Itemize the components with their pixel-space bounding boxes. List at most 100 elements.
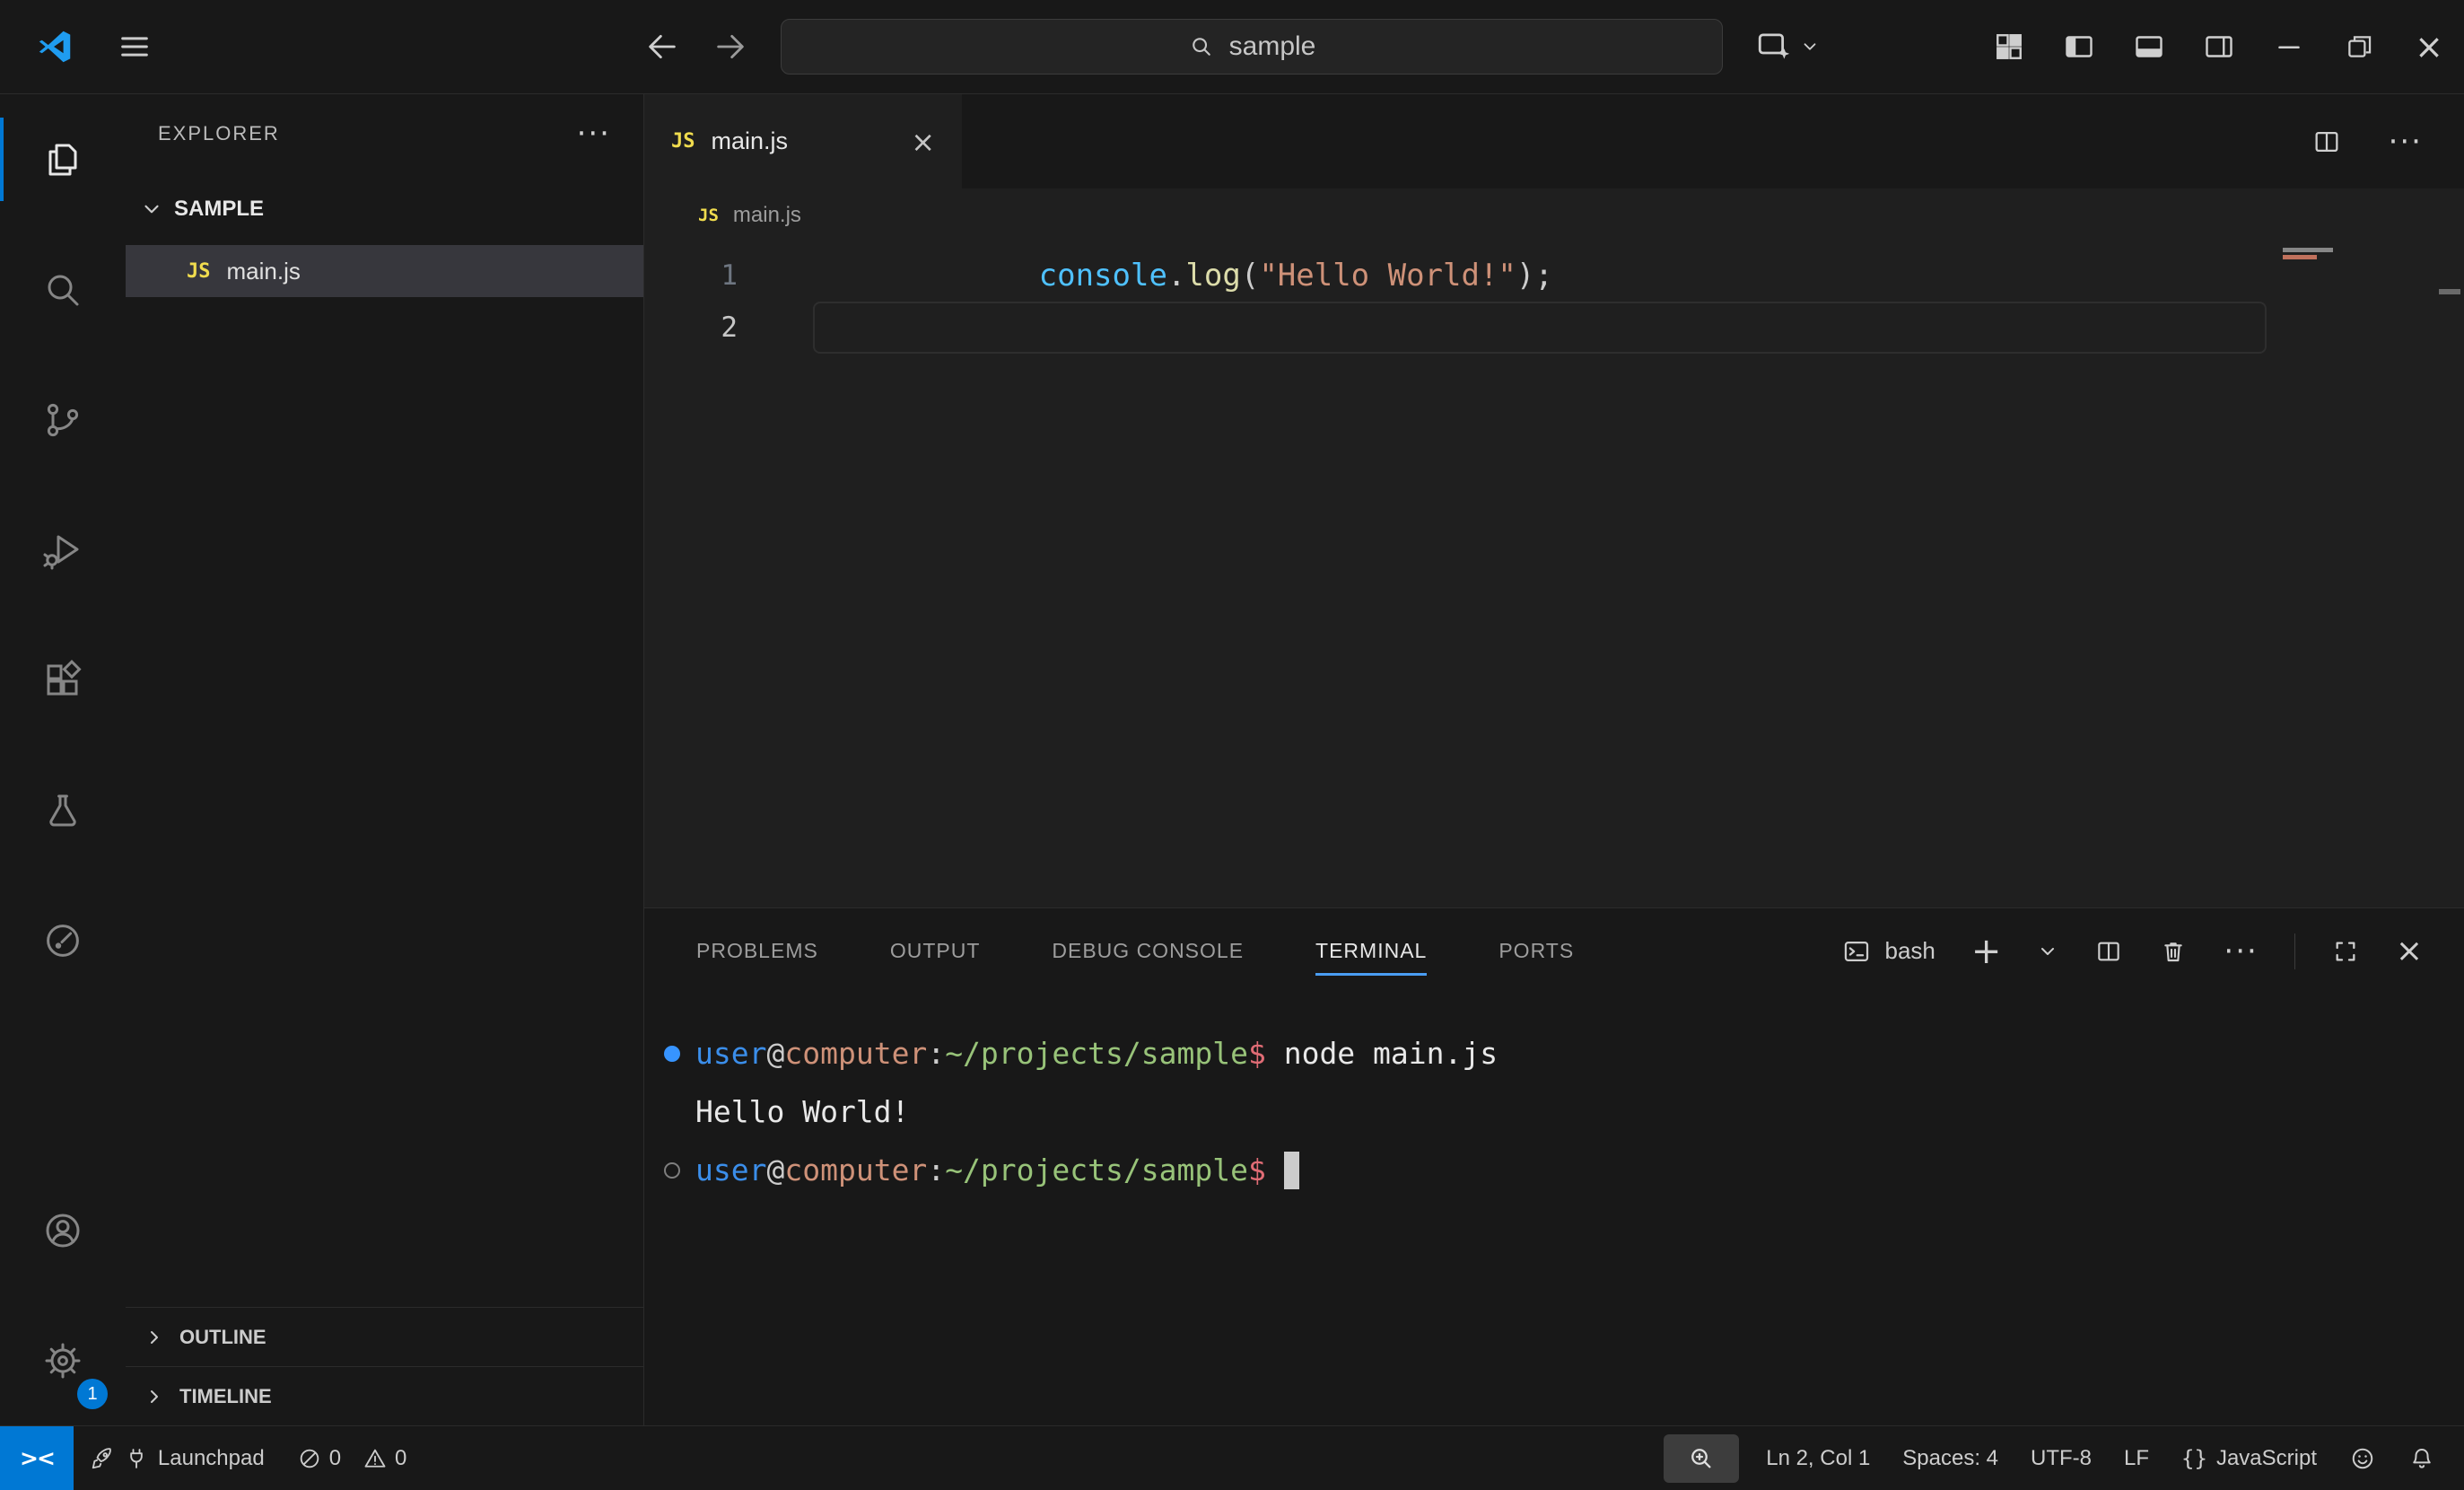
- code-token: "Hello World!": [1259, 258, 1516, 294]
- feedback-status-item[interactable]: [2333, 1426, 2392, 1490]
- editor-more-actions-icon[interactable]: ···: [2389, 124, 2423, 160]
- error-count: 0: [329, 1446, 341, 1471]
- chevron-down-icon: [140, 197, 163, 221]
- sidebar-more-actions-icon[interactable]: ···: [577, 116, 611, 152]
- bell-icon: [2408, 1445, 2435, 1472]
- split-terminal-icon[interactable]: [2094, 937, 2123, 966]
- javascript-file-icon: JS: [698, 206, 719, 225]
- terminal-line: user@computer:~/projects/sample$: [644, 1141, 2464, 1199]
- terminal-cursor: [1284, 1152, 1299, 1189]
- smiley-icon: [2349, 1445, 2376, 1472]
- close-window-icon[interactable]: ×: [2394, 0, 2464, 93]
- encoding-status-item[interactable]: UTF-8: [2014, 1426, 2108, 1490]
- run-debug-icon: [41, 529, 84, 572]
- warning-count: 0: [395, 1446, 406, 1471]
- language-mode-status-item[interactable]: {} JavaScript: [2165, 1426, 2333, 1490]
- tab-label: main.js: [712, 127, 789, 155]
- toggle-primary-sidebar-icon[interactable]: [2044, 0, 2114, 93]
- terminal-icon: [1841, 936, 1872, 967]
- cursor-position-status-item[interactable]: Ln 2, Col 1: [1750, 1426, 1886, 1490]
- vscode-logo-icon: [34, 26, 75, 67]
- new-terminal-icon[interactable]: +: [1971, 931, 2002, 972]
- close-tab-icon[interactable]: ×: [911, 125, 935, 159]
- chevron-down-icon: [1800, 37, 1820, 57]
- search-value: sample: [1229, 31, 1316, 62]
- panel-tab-output[interactable]: OUTPUT: [890, 908, 981, 994]
- extensions-activity-button[interactable]: [0, 615, 126, 745]
- source-control-activity-button[interactable]: [0, 355, 126, 485]
- zoom-in-icon: [1687, 1444, 1716, 1473]
- command-decoration-icon[interactable]: [664, 1046, 680, 1062]
- panel-tab-ports[interactable]: PORTS: [1498, 908, 1574, 994]
- kill-terminal-trash-icon[interactable]: [2159, 937, 2188, 966]
- run-debug-activity-button[interactable]: [0, 485, 126, 615]
- terminal-text-segment: computer: [784, 1036, 927, 1071]
- terminal-text-segment: @: [766, 1036, 784, 1071]
- warning-icon: [363, 1446, 388, 1471]
- code-line: 1 console.log("Hello World!");: [644, 250, 2464, 302]
- menu-icon[interactable]: [117, 29, 153, 65]
- timeline-section-header[interactable]: TIMELINE: [126, 1366, 643, 1425]
- chevron-right-icon: [144, 1327, 165, 1348]
- toggle-secondary-sidebar-icon[interactable]: [2184, 0, 2254, 93]
- vscode-window: sample: [0, 0, 2464, 1490]
- terminal-text-segment: user: [695, 1036, 766, 1071]
- tab-mainjs[interactable]: JS main.js ×: [644, 94, 962, 188]
- terminal-launch-chevron-icon[interactable]: [2037, 941, 2058, 962]
- launchpad-label: Launchpad: [158, 1446, 265, 1471]
- file-row-mainjs[interactable]: JS main.js: [126, 245, 643, 297]
- explorer-activity-button[interactable]: [0, 94, 126, 224]
- explorer-sidebar: EXPLORER ··· SAMPLE JS main.js OUTLINE: [126, 94, 644, 1425]
- terminal-output-text: Hello World!: [695, 1094, 909, 1129]
- zoom-indicator[interactable]: [1664, 1434, 1739, 1483]
- testing-activity-button[interactable]: [0, 745, 126, 875]
- outline-section-header[interactable]: OUTLINE: [126, 1307, 643, 1366]
- folder-section-header[interactable]: SAMPLE: [126, 173, 643, 245]
- copilot-button[interactable]: [1755, 28, 1820, 66]
- terminal-shell-selector[interactable]: bash: [1841, 936, 1935, 967]
- search-activity-button[interactable]: [0, 224, 126, 355]
- circle-extension-icon: [41, 919, 84, 962]
- editor-group: JS main.js × ··· JS main.js 1: [644, 94, 2464, 1425]
- panel-more-actions-icon[interactable]: ···: [2224, 933, 2258, 969]
- remote-indicator[interactable]: ><: [0, 1426, 74, 1490]
- split-editor-icon[interactable]: [2311, 127, 2342, 157]
- javascript-file-icon: JS: [187, 260, 211, 283]
- code-token: (: [1241, 258, 1259, 294]
- rocket-icon: [90, 1446, 115, 1471]
- minimize-window-icon[interactable]: [2254, 0, 2324, 93]
- accounts-activity-button[interactable]: [0, 1165, 126, 1295]
- indentation-label: Spaces: 4: [1902, 1446, 1998, 1471]
- restore-window-icon[interactable]: [2324, 0, 2394, 93]
- terminal-view[interactable]: user@computer:~/projects/sample$ node ma…: [644, 994, 2464, 1425]
- terminal-text-segment: user: [695, 1153, 766, 1188]
- forward-arrow-icon[interactable]: [712, 29, 748, 65]
- close-panel-icon[interactable]: ×: [2396, 933, 2423, 969]
- activity-bar: 1: [0, 94, 126, 1425]
- files-icon: [41, 138, 84, 181]
- prompt-decoration-icon[interactable]: [664, 1162, 680, 1179]
- toggle-panel-icon[interactable]: [2114, 0, 2184, 93]
- terminal-text-segment: @: [766, 1153, 784, 1188]
- maximize-panel-icon[interactable]: [2331, 937, 2360, 966]
- eol-status-item[interactable]: LF: [2108, 1426, 2165, 1490]
- command-center-search[interactable]: sample: [781, 19, 1723, 74]
- folder-name: SAMPLE: [174, 197, 264, 222]
- indentation-status-item[interactable]: Spaces: 4: [1886, 1426, 2014, 1490]
- panel-tab-terminal[interactable]: TERMINAL: [1315, 908, 1427, 994]
- copilot-icon: [1755, 28, 1793, 66]
- gear-icon: [41, 1339, 84, 1382]
- settings-activity-button[interactable]: 1: [0, 1295, 126, 1425]
- panel-tab-bar: PROBLEMS OUTPUT DEBUG CONSOLE TERMINAL P…: [644, 908, 2464, 994]
- launchpad-status-item[interactable]: Launchpad: [74, 1426, 281, 1490]
- back-arrow-icon[interactable]: [644, 29, 680, 65]
- extension-view-activity-button[interactable]: [0, 875, 126, 1005]
- notifications-status-item[interactable]: [2392, 1426, 2451, 1490]
- customize-layout-icon[interactable]: [1974, 0, 2044, 93]
- problems-status-item[interactable]: 0 0: [281, 1426, 424, 1490]
- sidebar-title: EXPLORER: [158, 122, 280, 145]
- panel-tab-problems[interactable]: PROBLEMS: [696, 908, 818, 994]
- terminal-command-text: node main.js: [1284, 1036, 1498, 1071]
- code-editor[interactable]: 1 console.log("Hello World!"); 2: [644, 242, 2464, 907]
- panel-tab-debug-console[interactable]: DEBUG CONSOLE: [1052, 908, 1244, 994]
